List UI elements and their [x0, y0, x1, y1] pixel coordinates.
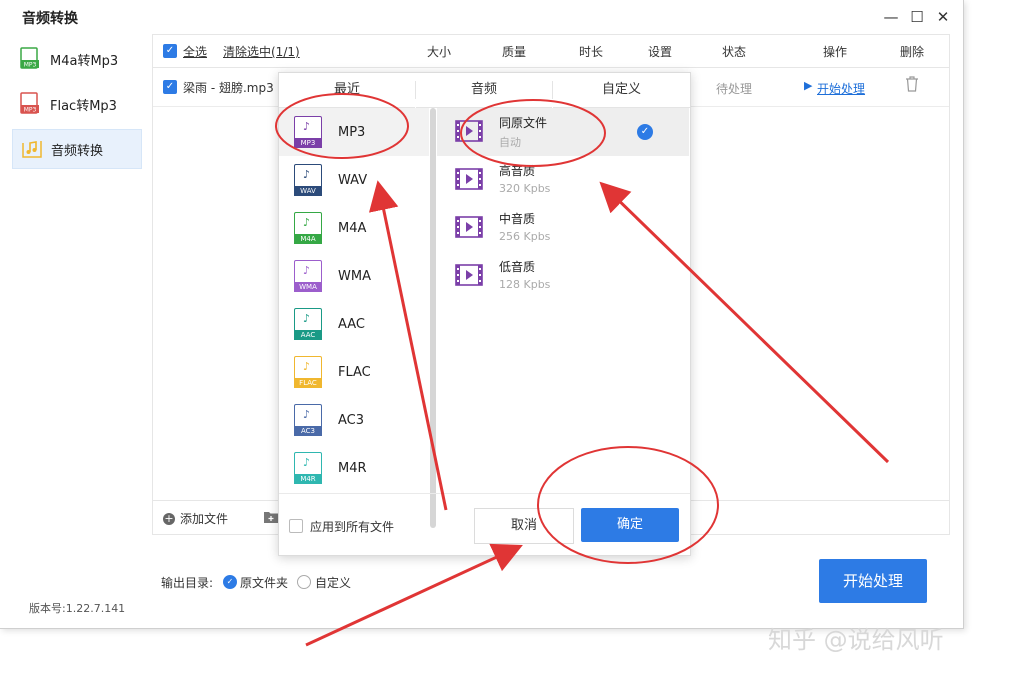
- audio-file-icon: ♪ M4A: [294, 212, 322, 244]
- format-label: WMA: [338, 268, 371, 284]
- quality-option-1[interactable]: 高音质 320 Kpbs: [437, 156, 689, 204]
- format-label: AC3: [338, 412, 365, 428]
- format-item-aac[interactable]: ♪ AAC AAC: [279, 300, 429, 348]
- ok-button[interactable]: 确定: [581, 508, 679, 542]
- mp3-file-icon: MP3: [20, 47, 40, 71]
- column-duration: 时长: [579, 45, 604, 59]
- quality-title: 中音质: [499, 212, 536, 226]
- select-all-checkbox[interactable]: ✓: [163, 44, 177, 58]
- output-custom-label: 自定义: [315, 576, 352, 590]
- table-header: ✓ 全选 清除选中(1/1) 大小 质量 时长 设置 状态 操作 删除: [153, 35, 949, 68]
- audio-file-icon: ♪ WAV: [294, 164, 322, 196]
- title-bar: 音频转换 — ☐ ✕: [0, 0, 963, 34]
- plus-circle-icon: +: [163, 511, 175, 525]
- video-file-icon: [455, 168, 483, 190]
- window-title: 音频转换: [22, 11, 78, 27]
- format-label: WAV: [338, 172, 368, 188]
- video-file-icon: [455, 120, 483, 142]
- radio-custom-folder[interactable]: [297, 575, 311, 589]
- column-size: 大小: [427, 45, 452, 59]
- format-label: M4R: [338, 460, 367, 476]
- format-item-wav[interactable]: ♪ WAV WAV: [279, 156, 429, 204]
- audio-file-icon: ♪ MP3: [294, 116, 322, 148]
- popup-footer: 应用到所有文件 取消 确定: [279, 493, 690, 556]
- format-item-m4a[interactable]: ♪ M4A M4A: [279, 204, 429, 252]
- status-badge: 待处理: [716, 82, 753, 96]
- audio-file-icon: ♪ FLAC: [294, 356, 322, 388]
- video-file-icon: [455, 216, 483, 238]
- audio-file-icon: ♪ AAC: [294, 308, 322, 340]
- play-icon: ▶: [804, 79, 813, 92]
- sidebar-item-audio-convert[interactable]: 音频转换: [12, 129, 142, 169]
- audio-file-icon: ♪ M4R: [294, 452, 322, 484]
- row-checkbox[interactable]: ✓: [163, 80, 177, 94]
- column-delete: 删除: [900, 45, 925, 59]
- format-item-wma[interactable]: ♪ WMA WMA: [279, 252, 429, 300]
- trash-icon[interactable]: [905, 76, 919, 96]
- tab-audio[interactable]: 音频: [416, 73, 552, 108]
- format-item-m4r[interactable]: ♪ M4R M4R: [279, 444, 429, 492]
- format-label: AAC: [338, 316, 365, 332]
- clear-selected-link[interactable]: 清除选中(1/1): [223, 43, 300, 60]
- quality-title: 同原文件: [499, 116, 548, 130]
- sidebar-item-label: 音频转换: [51, 143, 104, 159]
- video-file-icon: [455, 264, 483, 286]
- svg-text:MP3: MP3: [24, 107, 37, 114]
- format-popup: 最近 音频 自定义 ♪ MP3 MP3 ♪ WAV WAV ♪ M4A M4A ♪ WMA WMA ♪ A…: [278, 72, 691, 556]
- sidebar-item-label: M4a转Mp3: [50, 53, 119, 69]
- column-action: 操作: [823, 45, 848, 59]
- apply-all-label: 应用到所有文件: [310, 520, 395, 534]
- maximize-icon[interactable]: ☐: [906, 6, 928, 28]
- sidebar-item-m4a-mp3[interactable]: MP3 M4a转Mp3: [12, 40, 140, 78]
- format-item-mp3[interactable]: ♪ MP3 MP3: [279, 108, 429, 156]
- file-name: 梁雨 - 翅膀.mp3: [183, 81, 274, 95]
- output-original-label: 原文件夹: [240, 576, 289, 590]
- select-all-link[interactable]: 全选: [183, 43, 207, 60]
- music-note-icon: [21, 137, 42, 161]
- audio-file-icon: ♪ AC3: [294, 404, 322, 436]
- sidebar-item-label: Flac转Mp3: [50, 98, 117, 114]
- column-status: 状态: [722, 45, 747, 59]
- format-item-flac[interactable]: ♪ FLAC FLAC: [279, 348, 429, 396]
- close-icon[interactable]: ✕: [932, 6, 954, 28]
- add-file-label: 添加文件: [180, 512, 229, 526]
- column-quality: 质量: [502, 45, 527, 59]
- quality-option-0[interactable]: 同原文件自动 ✓: [437, 108, 689, 156]
- minimize-icon[interactable]: —: [880, 6, 902, 28]
- add-folder-icon[interactable]: [263, 510, 279, 528]
- quality-bitrate: 320 Kpbs: [499, 182, 551, 195]
- quality-title: 低音质: [499, 260, 536, 274]
- tab-recent[interactable]: 最近: [279, 73, 415, 108]
- sidebar-item-flac-mp3[interactable]: MP3 Flac转Mp3: [12, 85, 140, 123]
- mp3-file-icon: MP3: [20, 92, 40, 116]
- format-label: FLAC: [338, 364, 371, 380]
- output-dir-label: 输出目录:: [161, 576, 214, 590]
- watermark: 知乎 @说给风听: [768, 626, 944, 654]
- start-process-link[interactable]: 开始处理: [817, 80, 865, 97]
- quality-bitrate: 自动: [499, 136, 521, 149]
- add-file-button[interactable]: + 添加文件: [163, 510, 228, 527]
- radio-original-folder[interactable]: ✓: [223, 575, 237, 589]
- apply-all-checkbox[interactable]: [289, 519, 303, 533]
- start-process-button[interactable]: 开始处理: [819, 559, 927, 603]
- quality-option-3[interactable]: 低音质 128 Kpbs: [437, 252, 689, 300]
- quality-title: 高音质: [499, 164, 536, 178]
- tab-custom[interactable]: 自定义: [553, 73, 690, 108]
- svg-text:MP3: MP3: [24, 62, 37, 69]
- version-text: 版本号:1.22.7.141: [29, 602, 126, 615]
- format-item-ac3[interactable]: ♪ AC3 AC3: [279, 396, 429, 444]
- column-settings: 设置: [648, 45, 673, 59]
- check-circle-icon: ✓: [637, 124, 653, 140]
- quality-bitrate: 128 Kpbs: [499, 278, 551, 291]
- format-label: MP3: [338, 124, 366, 140]
- audio-file-icon: ♪ WMA: [294, 260, 322, 292]
- quality-bitrate: 256 Kpbs: [499, 230, 551, 243]
- quality-option-2[interactable]: 中音质 256 Kpbs: [437, 204, 689, 252]
- cancel-button[interactable]: 取消: [474, 508, 574, 544]
- format-label: M4A: [338, 220, 367, 236]
- format-scrollbar[interactable]: [430, 108, 436, 528]
